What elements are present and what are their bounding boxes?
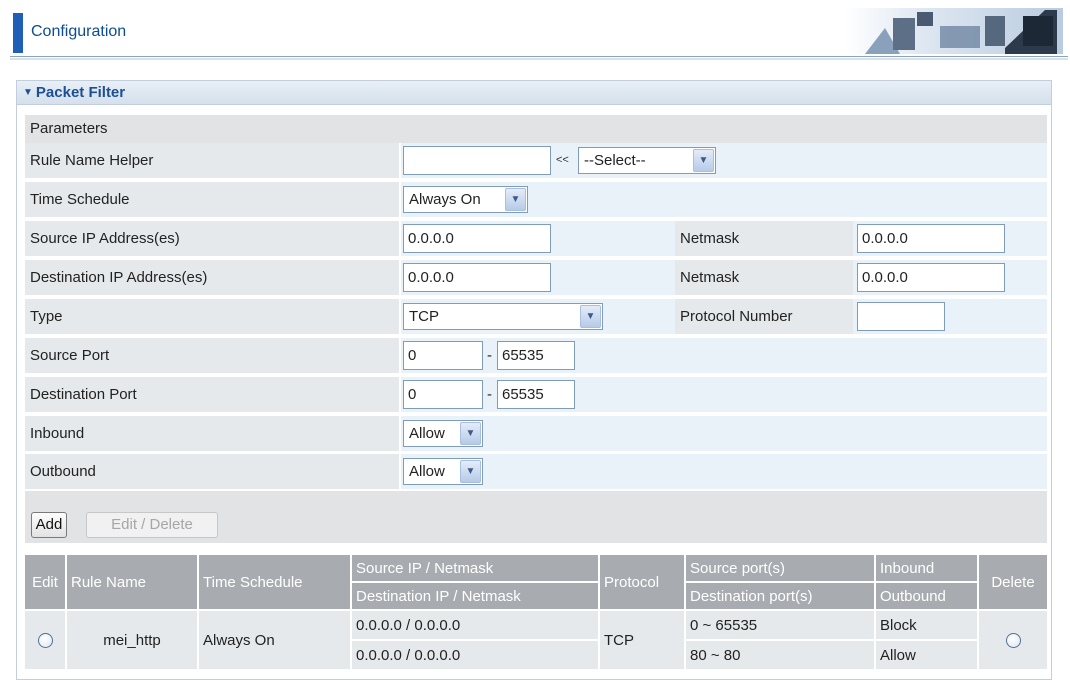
- dest-netmask-input[interactable]: 0.0.0.0: [857, 263, 1005, 292]
- helper-separator: <<: [556, 154, 569, 166]
- col-edit: Edit: [25, 555, 67, 611]
- source-port-to-input[interactable]: 65535: [497, 341, 575, 370]
- action-bar: Add Edit / Delete: [25, 491, 1047, 543]
- cell-source-ports: 0 ~ 65535: [686, 611, 876, 641]
- col-dest-ports: Destination port(s): [686, 583, 876, 611]
- chevron-down-icon: ▼: [460, 422, 481, 445]
- cell-rule-name: mei_http: [67, 611, 199, 671]
- dest-port-label: Destination Port: [25, 377, 399, 412]
- add-button[interactable]: Add: [31, 512, 67, 538]
- edit-radio[interactable]: [37, 632, 53, 648]
- dest-netmask-label: Netmask: [675, 260, 853, 295]
- time-schedule-select[interactable]: Always On ▼: [403, 186, 528, 213]
- inbound-row: Inbound Allow ▼: [25, 416, 1047, 453]
- cell-time-schedule: Always On: [199, 611, 352, 671]
- dest-ip-row: Destination IP Address(es) 0.0.0.0 Netma…: [25, 260, 1047, 297]
- chevron-down-icon: ▼: [580, 305, 601, 328]
- dest-port-from-input[interactable]: 0: [403, 380, 483, 409]
- cell-protocol: TCP: [600, 611, 686, 671]
- source-port-row: Source Port 0 - 65535: [25, 338, 1047, 375]
- type-select[interactable]: TCP ▼: [403, 303, 603, 330]
- edit-delete-button[interactable]: Edit / Delete: [86, 512, 218, 538]
- dest-ip-label: Destination IP Address(es): [25, 260, 399, 295]
- type-label: Type: [25, 299, 399, 334]
- cell-delete: [979, 611, 1047, 671]
- rule-name-label: Rule Name Helper: [25, 143, 399, 178]
- inbound-select[interactable]: Allow ▼: [403, 420, 483, 447]
- helper-select[interactable]: --Select-- ▼: [578, 147, 716, 174]
- dest-port-row: Destination Port 0 - 65535: [25, 377, 1047, 414]
- cell-outbound: Allow: [876, 641, 979, 671]
- cell-dest-ports: 80 ~ 80: [686, 641, 876, 671]
- page-title: Configuration: [31, 23, 127, 40]
- col-protocol: Protocol: [600, 555, 686, 611]
- parameters-header: Parameters: [25, 115, 1047, 143]
- cell-dest-ip: 0.0.0.0 / 0.0.0.0: [352, 641, 600, 671]
- cell-source-ip: 0.0.0.0 / 0.0.0.0: [352, 611, 600, 641]
- col-source-ip: Source IP / Netmask: [352, 555, 600, 583]
- outbound-label: Outbound: [25, 454, 399, 489]
- dest-ip-input[interactable]: 0.0.0.0: [403, 263, 551, 292]
- cell-inbound: Block: [876, 611, 979, 641]
- header-accent-bar: [13, 13, 23, 53]
- panel-header[interactable]: ▼ Packet Filter: [17, 81, 1051, 105]
- col-dest-ip: Destination IP / Netmask: [352, 583, 600, 611]
- protocol-number-label: Protocol Number: [675, 299, 853, 334]
- collapse-triangle-icon[interactable]: ▼: [23, 87, 33, 98]
- outbound-select[interactable]: Allow ▼: [403, 458, 483, 485]
- table-row: [25, 611, 67, 671]
- col-inbound: Inbound: [876, 555, 979, 583]
- time-schedule-row: Time Schedule Always On ▼: [25, 182, 1047, 219]
- source-netmask-label: Netmask: [675, 221, 853, 256]
- dest-port-to-input[interactable]: 65535: [497, 380, 575, 409]
- delete-radio[interactable]: [1005, 632, 1021, 648]
- outbound-row: Outbound Allow ▼: [25, 454, 1047, 491]
- col-time-schedule: Time Schedule: [199, 555, 352, 611]
- rule-name-input[interactable]: [403, 146, 551, 175]
- source-netmask-input[interactable]: 0.0.0.0: [857, 224, 1005, 253]
- col-rule-name: Rule Name: [67, 555, 199, 611]
- col-delete: Delete: [979, 555, 1047, 611]
- packet-filter-panel: ▼ Packet Filter Parameters Rule Name Help…: [16, 80, 1052, 680]
- source-port-from-input[interactable]: 0: [403, 341, 483, 370]
- col-outbound: Outbound: [876, 583, 979, 611]
- source-ip-row: Source IP Address(es) 0.0.0.0 Netmask 0.…: [25, 221, 1047, 258]
- header-office-graphic: [845, 8, 1063, 54]
- protocol-number-input[interactable]: [857, 302, 945, 331]
- page-header: Configuration: [0, 0, 1070, 60]
- source-ip-label: Source IP Address(es): [25, 221, 399, 256]
- chevron-down-icon: ▼: [505, 188, 526, 211]
- chevron-down-icon: ▼: [693, 149, 714, 172]
- source-port-label: Source Port: [25, 338, 399, 373]
- time-schedule-label: Time Schedule: [25, 182, 399, 217]
- type-row: Type TCP ▼ Protocol Number: [25, 299, 1047, 336]
- chevron-down-icon: ▼: [460, 460, 481, 483]
- rule-name-row: Rule Name Helper << --Select-- ▼: [25, 143, 1047, 180]
- col-source-ports: Source port(s): [686, 555, 876, 583]
- panel-title: Packet Filter: [35, 84, 126, 101]
- inbound-label: Inbound: [25, 416, 399, 451]
- source-ip-input[interactable]: 0.0.0.0: [403, 224, 551, 253]
